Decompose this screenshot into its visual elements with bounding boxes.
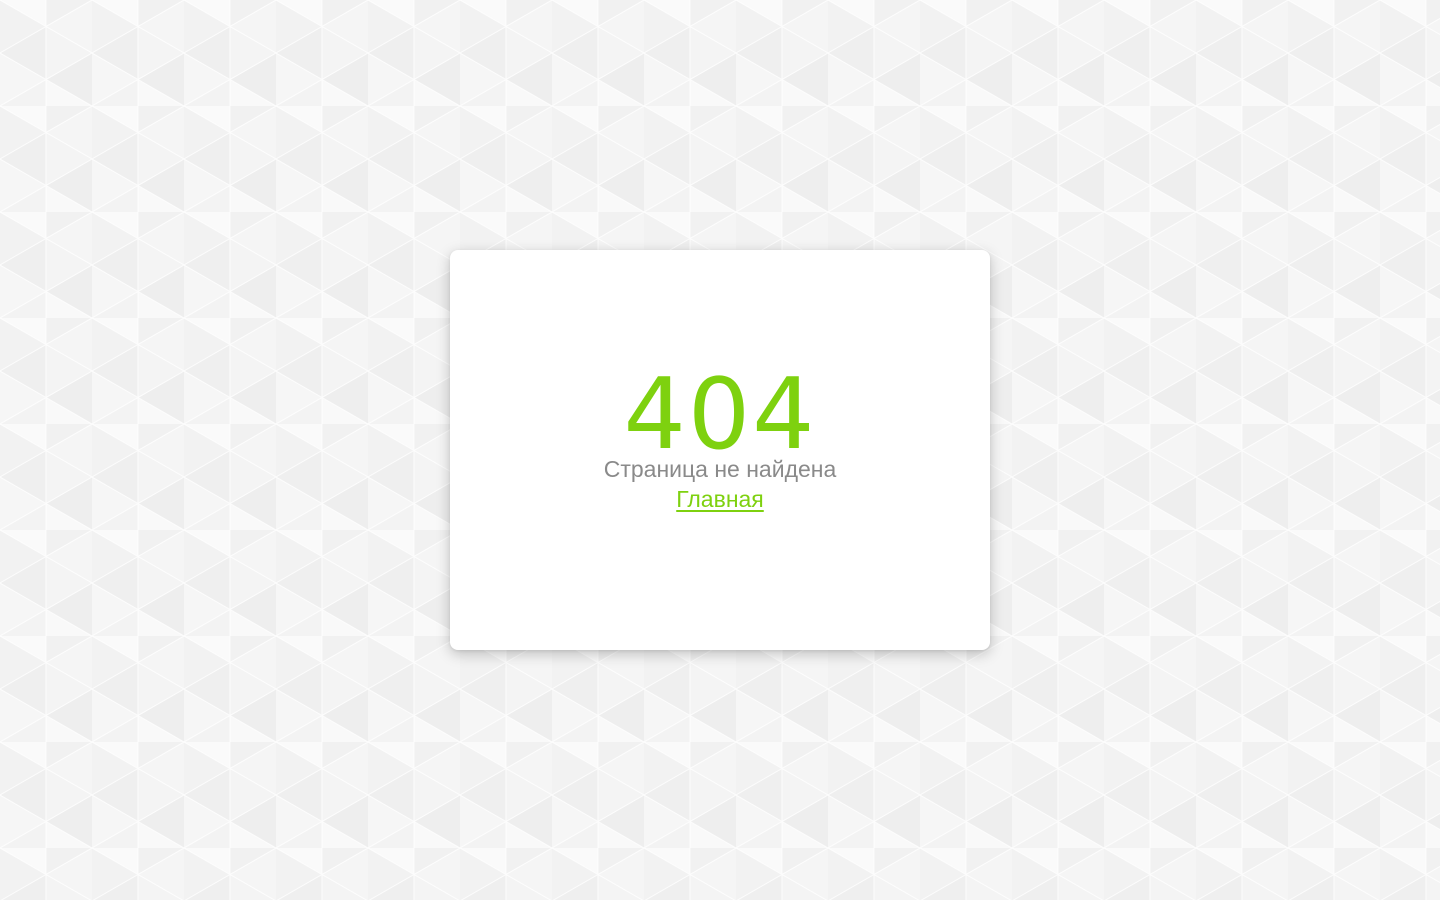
error-card: 404 Страница не найдена Главная [450, 250, 990, 650]
home-link[interactable]: Главная [676, 486, 764, 512]
error-message: Страница не найдена [603, 456, 837, 482]
error-code: 404 [623, 358, 817, 472]
home-link-wrapper: Главная [450, 484, 990, 514]
